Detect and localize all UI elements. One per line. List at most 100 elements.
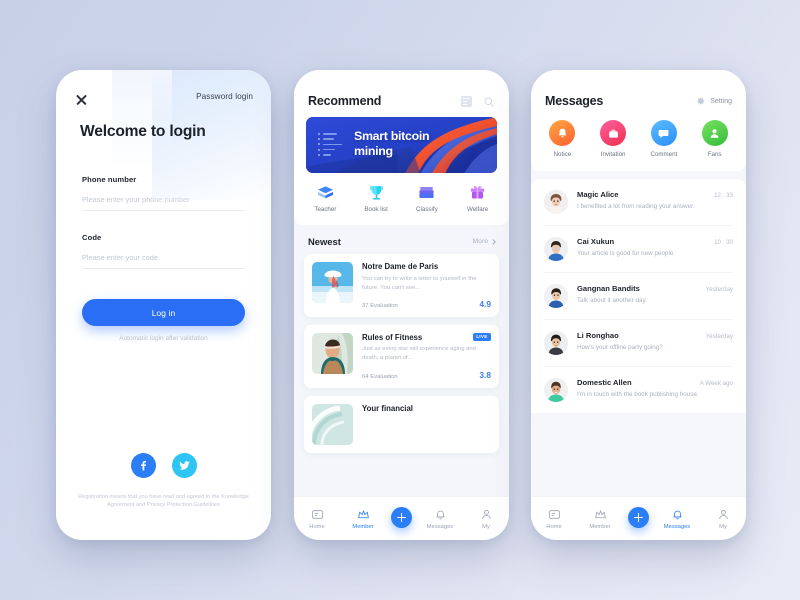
chevron-right-icon bbox=[490, 238, 496, 245]
bell-icon bbox=[672, 510, 682, 519]
banner-headline-line2: mining bbox=[354, 143, 393, 158]
recommend-scroll-body: Recommend Smart bitcoin mining Teacher B… bbox=[294, 70, 509, 496]
list-item[interactable]: Notre Dame de Paris You can try to write… bbox=[304, 254, 499, 317]
message-preview: I benefited a lot from reading your answ… bbox=[577, 203, 695, 210]
tab-home[interactable]: Home bbox=[536, 508, 572, 530]
message-title-row: Cai Xukun 10 : 30 bbox=[577, 237, 733, 246]
quick-action-classify[interactable]: Classify bbox=[402, 183, 453, 213]
message-categories-row: Notice Invitation Comment Fans bbox=[531, 108, 746, 171]
tab-home[interactable]: Home bbox=[299, 508, 335, 530]
avatar bbox=[544, 237, 568, 261]
message-preview: Talk about it another day. bbox=[577, 297, 647, 304]
user-icon bbox=[710, 128, 719, 138]
add-button[interactable] bbox=[628, 507, 649, 528]
chat-icon bbox=[659, 129, 669, 138]
message-time: 10 : 30 bbox=[714, 239, 733, 246]
add-button[interactable] bbox=[391, 507, 412, 528]
card-footer: 64 Evaluation 3.8 bbox=[362, 370, 491, 380]
avatar-woman-1 bbox=[544, 190, 568, 214]
quick-action-teacher[interactable]: Teacher bbox=[300, 183, 351, 213]
message-time: Yesterday bbox=[705, 333, 733, 340]
avatar-man-4 bbox=[544, 378, 568, 402]
avatar-man-3 bbox=[544, 331, 568, 355]
tab-my[interactable]: My bbox=[705, 508, 741, 530]
category-invitation[interactable]: Invitation bbox=[588, 120, 639, 158]
tab-label: Messages bbox=[663, 523, 691, 530]
list-item[interactable]: Your financial bbox=[304, 395, 499, 453]
tab-my[interactable]: My bbox=[468, 508, 504, 530]
person-icon bbox=[718, 509, 728, 519]
card-evaluation-count: 37 Evaluation bbox=[362, 302, 398, 309]
card-title-row: Notre Dame de Paris bbox=[362, 262, 491, 271]
crown-icon bbox=[357, 509, 369, 518]
quick-action-welfare[interactable]: Welfare bbox=[452, 183, 503, 213]
category-label: Notice bbox=[553, 151, 572, 158]
tab-messages[interactable]: Messages bbox=[422, 508, 458, 530]
category-label: Fans bbox=[707, 151, 722, 158]
tab-member[interactable]: Member bbox=[345, 508, 381, 530]
message-preview: How's your offline party going? bbox=[577, 344, 663, 351]
banner-headline: Smart bitcoin mining bbox=[354, 129, 430, 158]
avatar bbox=[544, 190, 568, 214]
list-item[interactable]: Li Ronghao Yesterday How's your offline … bbox=[544, 320, 733, 367]
code-input[interactable] bbox=[82, 242, 245, 269]
list-item[interactable]: Magic Alice 12 : 33 I benefited a lot fr… bbox=[544, 179, 733, 226]
setting-button[interactable]: Setting bbox=[696, 96, 732, 106]
legal-notice: Registration means that you have read an… bbox=[78, 493, 249, 509]
quick-action-label: Welfare bbox=[467, 206, 489, 213]
category-comment[interactable]: Comment bbox=[639, 120, 690, 158]
newest-section-header: Newest More bbox=[294, 225, 509, 254]
social-login-row bbox=[56, 453, 271, 478]
card-title-row: Your financial bbox=[362, 404, 491, 413]
banner-container: Smart bitcoin mining bbox=[294, 108, 509, 173]
bottom-tab-bar: Home Member Messages My bbox=[294, 496, 509, 540]
newest-card-list: Notre Dame de Paris You can try to write… bbox=[294, 254, 509, 453]
login-button[interactable]: Log in bbox=[82, 299, 245, 326]
list-item[interactable]: Rules of Fitness LIVE Just as every star… bbox=[304, 324, 499, 388]
avatar bbox=[544, 378, 568, 402]
card-description: Just as every star will experience aging… bbox=[362, 346, 476, 362]
promo-banner[interactable]: Smart bitcoin mining bbox=[306, 117, 497, 173]
message-list: Magic Alice 12 : 33 I benefited a lot fr… bbox=[531, 179, 746, 413]
man-portrait-photo bbox=[312, 332, 353, 374]
category-fans[interactable]: Fans bbox=[689, 120, 740, 158]
messages-scroll-body: Messages Setting Notice Invitation Comme… bbox=[531, 70, 746, 496]
card-content: Notre Dame de Paris You can try to write… bbox=[362, 262, 491, 309]
search-icon[interactable] bbox=[483, 95, 495, 107]
list-item[interactable]: Cai Xukun 10 : 30 Your article is good f… bbox=[544, 226, 733, 273]
message-sender: Magic Alice bbox=[577, 190, 619, 199]
envelope-icon bbox=[608, 128, 618, 138]
abstract-arc-photo bbox=[312, 403, 353, 445]
more-link[interactable]: More bbox=[473, 238, 496, 245]
section-title: Newest bbox=[308, 236, 341, 247]
card-title: Notre Dame de Paris bbox=[362, 262, 439, 271]
phone-number-input[interactable] bbox=[82, 184, 245, 211]
messages-header: Messages Setting bbox=[531, 70, 746, 108]
message-preview: I'm in touch with the book publishing ho… bbox=[577, 391, 699, 398]
tab-label: Home bbox=[309, 523, 325, 530]
message-sender: Cai Xukun bbox=[577, 237, 615, 246]
message-content: Domestic Allen A Week ago I'm in touch w… bbox=[577, 378, 733, 402]
status-badge: LIVE bbox=[472, 332, 491, 341]
code-field-group: Code bbox=[82, 233, 245, 269]
phone-mockups-stage: Password login Welcome to login Phone nu… bbox=[0, 0, 800, 600]
category-label: Comment bbox=[650, 151, 678, 158]
twitter-login-button[interactable] bbox=[171, 453, 197, 478]
close-icon[interactable] bbox=[74, 92, 89, 107]
category-notice[interactable]: Notice bbox=[537, 120, 588, 158]
list-item[interactable]: Gangnan Bandits Yesterday Talk about it … bbox=[544, 273, 733, 320]
tab-member[interactable]: Member bbox=[582, 508, 618, 530]
message-sender: Gangnan Bandits bbox=[577, 284, 640, 293]
password-login-link[interactable]: Password login bbox=[196, 92, 253, 101]
tab-label: My bbox=[482, 523, 490, 530]
twitter-icon bbox=[178, 461, 190, 470]
facebook-login-button[interactable] bbox=[130, 453, 156, 478]
message-time: A Week ago bbox=[699, 380, 733, 387]
list-item[interactable]: Domestic Allen A Week ago I'm in touch w… bbox=[544, 367, 733, 413]
quick-action-book-list[interactable]: Book list bbox=[351, 183, 402, 213]
bell-icon bbox=[558, 128, 567, 137]
message-time: Yesterday bbox=[705, 286, 733, 293]
book-diamond-icon bbox=[317, 186, 333, 199]
list-icon[interactable] bbox=[461, 95, 472, 107]
tab-messages[interactable]: Messages bbox=[659, 508, 695, 530]
